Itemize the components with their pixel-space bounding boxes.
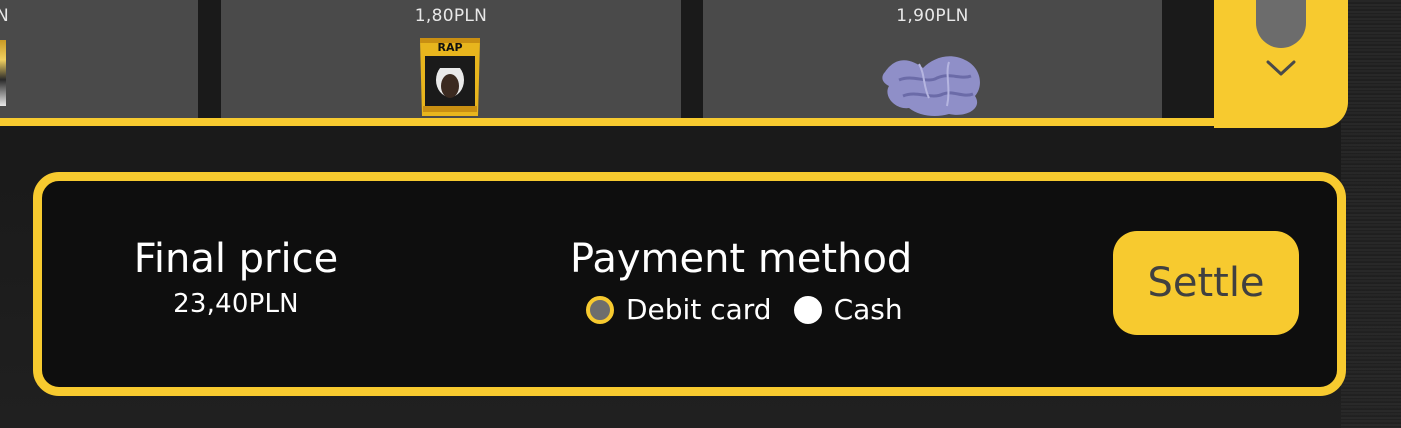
background-texture — [1341, 0, 1401, 428]
checkout-screen: N 1,80PLN RAP 1,90PLN Final price 23,40P… — [0, 0, 1401, 428]
payment-option-label: Debit card — [626, 293, 772, 326]
payment-method-label: Payment method — [570, 236, 913, 282]
svg-text:RAP: RAP — [437, 41, 462, 54]
scrollbar-thumb[interactable] — [1256, 0, 1306, 48]
product-card[interactable]: 1,80PLN RAP — [221, 0, 681, 118]
payment-option-cash[interactable]: Cash — [793, 293, 903, 326]
final-price-section: Final price 23,40PLN — [126, 235, 346, 319]
cloth-rag-image — [882, 56, 980, 116]
chevron-down-icon[interactable] — [1262, 54, 1300, 80]
final-price-value: 23,40PLN — [173, 289, 299, 319]
final-price-label: Final price — [133, 236, 339, 282]
chips-bag-image: RAP — [420, 38, 480, 116]
product-image — [0, 40, 6, 106]
product-price: 1,90PLN — [896, 6, 969, 26]
radio-selected-icon[interactable] — [586, 295, 614, 324]
radio-unselected-icon[interactable] — [793, 295, 822, 324]
product-list: N 1,80PLN RAP 1,90PLN — [0, 0, 1218, 126]
payment-option-label: Cash — [833, 293, 903, 326]
product-card[interactable]: 1,90PLN — [703, 0, 1162, 118]
payment-options: Debit card Cash — [562, 293, 942, 326]
product-price: 1,80PLN — [414, 6, 488, 26]
payment-method-section: Payment method Debit card Cash — [562, 235, 942, 326]
order-summary-panel: Final price 23,40PLN Payment method Debi… — [33, 172, 1346, 396]
product-card[interactable]: N — [0, 0, 198, 118]
payment-option-debit-card[interactable]: Debit card — [586, 293, 772, 326]
product-price: N — [0, 6, 10, 26]
settle-button[interactable]: Settle — [1113, 231, 1299, 335]
scroll-panel — [1214, 0, 1348, 128]
